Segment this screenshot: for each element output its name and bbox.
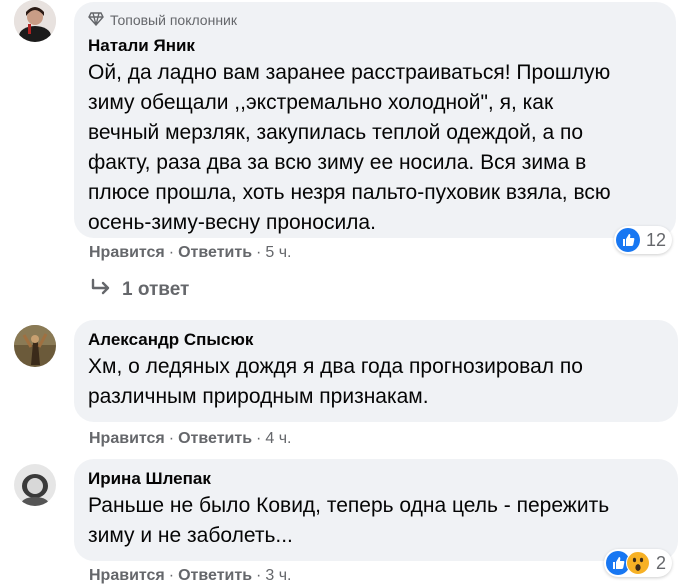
- comment-text-line: зиму и не заболеть...: [88, 524, 293, 547]
- separator: ·: [256, 567, 262, 584]
- avatar[interactable]: [14, 464, 56, 506]
- comment-time[interactable]: 5 ч.: [265, 244, 291, 262]
- reply-arrow-icon: [90, 278, 112, 302]
- comment-text: Хм, о ледяных дождя я два года прогнозир…: [88, 352, 664, 412]
- reaction-summary[interactable]: 2: [604, 549, 673, 577]
- comment-actions: Нравится · Ответить · 5 ч.: [89, 244, 291, 262]
- separator: ·: [168, 430, 175, 447]
- like-button[interactable]: Нравится: [89, 430, 165, 448]
- comment-bubble: Александр Спысюк Хм, о ледяных дождя я д…: [74, 320, 678, 422]
- badge-label: Топовый поклонник: [110, 12, 237, 28]
- separator: ·: [256, 244, 262, 261]
- diamond-icon: [88, 11, 104, 29]
- comment-bubble: Топовый поклонник Натали Яник Ой, да лад…: [74, 2, 676, 238]
- comment-text-line: вечный мерзляк, закупилась теплой одеждо…: [88, 121, 584, 144]
- reaction-summary[interactable]: 12: [614, 226, 673, 254]
- like-button[interactable]: Нравится: [89, 567, 165, 585]
- comment-actions: Нравится · Ответить · 4 ч.: [89, 430, 291, 448]
- view-replies-link[interactable]: 1 ответ: [90, 278, 189, 302]
- separator: ·: [256, 430, 262, 447]
- comment-time[interactable]: 4 ч.: [265, 430, 291, 448]
- top-fan-badge: Топовый поклонник: [88, 10, 662, 30]
- comment-bubble: Ирина Шлепак Раньше не было Ковид, тепер…: [74, 459, 678, 561]
- like-button[interactable]: Нравится: [89, 244, 165, 262]
- avatar[interactable]: [14, 0, 56, 42]
- comment-text-line: факту, раза два за всю зиму ее носила. В…: [88, 151, 587, 174]
- reply-button[interactable]: Ответить: [178, 430, 252, 448]
- comment-text-line: плюсе прошла, хоть незря пальто-пуховик …: [88, 181, 611, 204]
- comment-text-line: осень-зиму-весну проносила.: [88, 211, 376, 234]
- comment-text: Раньше не было Ковид, теперь одна цель -…: [88, 491, 664, 551]
- replies-label: 1 ответ: [122, 279, 190, 300]
- reaction-count: 2: [656, 552, 667, 573]
- like-reaction-icon: [616, 228, 640, 252]
- separator: ·: [168, 244, 175, 261]
- reply-button[interactable]: Ответить: [178, 567, 252, 585]
- comment-author[interactable]: Натали Яник: [88, 34, 662, 58]
- reply-button[interactable]: Ответить: [178, 244, 252, 262]
- avatar[interactable]: [14, 325, 56, 367]
- comment-author[interactable]: Ирина Шлепак: [88, 467, 664, 491]
- comment-text: Ой, да ладно вам заранее расстраиваться!…: [88, 58, 662, 238]
- wow-reaction-icon: [626, 551, 650, 575]
- comment-text-line: Ой, да ладно вам заранее расстраиваться!…: [88, 61, 611, 84]
- comment-text-line: Раньше не было Ковид, теперь одна цель -…: [88, 494, 610, 517]
- comment-actions: Нравится · Ответить · 3 ч.: [89, 567, 291, 585]
- comment-text-line: зиму обещали ,,экстремально холодной", я…: [88, 91, 554, 114]
- comment-time[interactable]: 3 ч.: [265, 567, 291, 585]
- reaction-count: 12: [646, 229, 667, 250]
- separator: ·: [168, 567, 175, 584]
- comment-author[interactable]: Александр Спысюк: [88, 328, 664, 352]
- comment-text-line: Хм, о ледяных дождя я два года прогнозир…: [88, 355, 583, 378]
- comment-text-line: различным природным признакам.: [88, 385, 429, 408]
